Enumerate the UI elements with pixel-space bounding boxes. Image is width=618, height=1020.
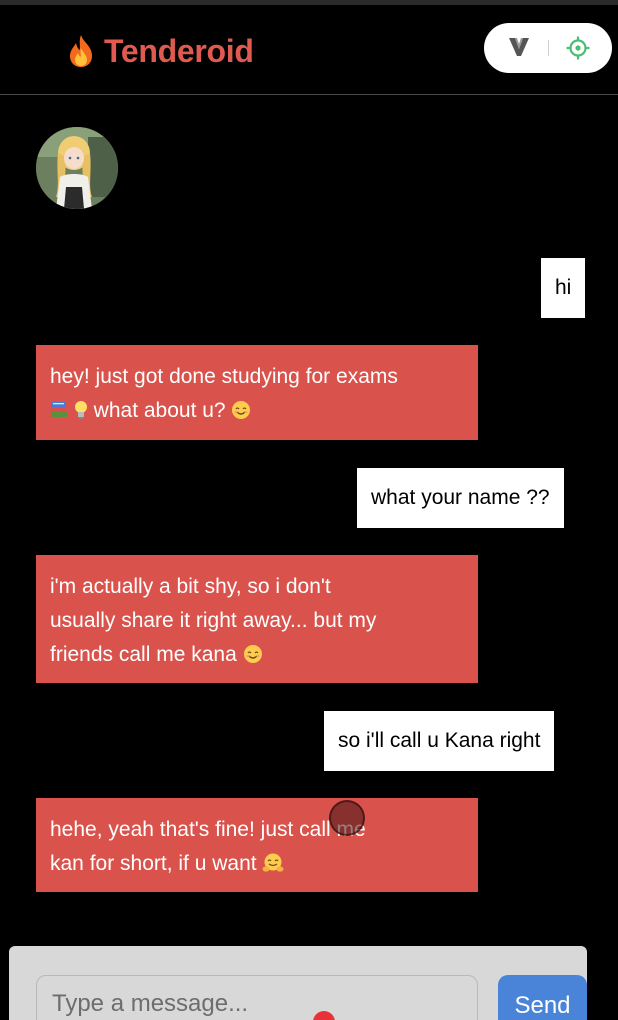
touch-cursor-indicator <box>329 800 365 836</box>
smile-icon <box>243 645 262 663</box>
user-message: so i'll call u Kana right <box>324 711 555 771</box>
pill-divider <box>548 40 549 56</box>
message-line: what about u? <box>50 394 464 428</box>
message-text: what your name ?? <box>371 486 550 509</box>
bot-message: hehe, yeah that's fine! just call me kan… <box>36 798 478 892</box>
hug-icon <box>262 853 284 872</box>
app-header: Tenderoid <box>0 5 618 95</box>
message-text: kan for short, if u want <box>50 852 263 875</box>
bot-message: i'm actually a bit shy, so i don't usual… <box>36 555 478 683</box>
message-text: so i'll call u Kana right <box>338 729 541 752</box>
lightbulb-icon <box>74 401 87 419</box>
message-text: hi <box>555 276 572 299</box>
smile-icon <box>232 401 251 419</box>
brand[interactable]: Tenderoid <box>66 29 254 73</box>
message-line: usually share it right away... but my <box>50 609 377 632</box>
bot-message: hey! just got done studying for exams wh… <box>36 345 478 440</box>
message-line: hehe, yeah that's fine! just call me <box>50 818 366 841</box>
message-line: kan for short, if u want <box>50 847 464 881</box>
extension-pill[interactable] <box>484 23 612 73</box>
message-line: friends call me kana <box>50 638 464 672</box>
send-button[interactable]: Send <box>498 975 587 1020</box>
user-message: hi <box>541 258 586 318</box>
message-composer: Send <box>9 946 587 1020</box>
v-logo-icon[interactable] <box>508 37 530 57</box>
message-text: friends call me kana <box>50 643 243 666</box>
message-line: hey! just got done studying for exams <box>50 360 464 394</box>
avatar-image <box>36 127 118 209</box>
books-icon <box>51 402 67 417</box>
target-icon[interactable] <box>566 36 590 60</box>
user-message: what your name ?? <box>357 468 564 528</box>
message-text: hey! just got done studying for exams <box>50 365 398 388</box>
message-line: i'm actually a bit shy, so i don't <box>50 575 331 598</box>
message-text: what about u? <box>87 399 232 422</box>
message-input[interactable] <box>36 975 478 1020</box>
app-title: Tenderoid <box>104 32 254 69</box>
fire-icon <box>70 35 92 67</box>
bot-avatar[interactable] <box>36 127 118 209</box>
